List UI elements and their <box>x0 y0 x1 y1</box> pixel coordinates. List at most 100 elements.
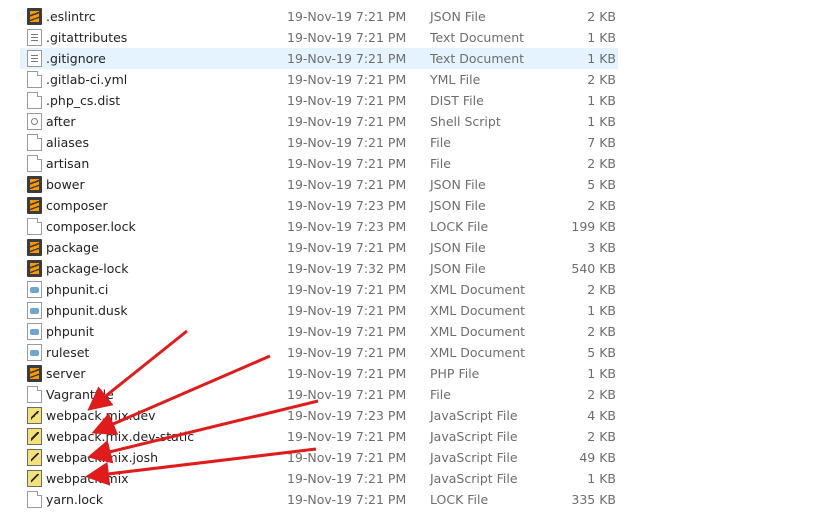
file-type: XML Document <box>430 282 526 297</box>
file-date-modified: 19-Nov-19 7:21 PM <box>287 450 407 465</box>
file-name: .eslintrc <box>46 9 96 24</box>
file-size: 2 KB <box>587 429 616 444</box>
file-name: after <box>46 114 76 129</box>
file-size: 199 KB <box>571 219 616 234</box>
file-row[interactable]: webpack.mix.dev 19-Nov-19 7:23 PM JavaScri… <box>20 405 618 426</box>
file-row[interactable]: .gitlab-ci.yml 19-Nov-19 7:21 PM YML File 2… <box>20 69 618 90</box>
file-date-modified: 19-Nov-19 7:21 PM <box>287 156 407 171</box>
generic-file-icon <box>27 71 42 88</box>
file-size: 540 KB <box>571 261 616 276</box>
generic-file-icon <box>27 491 42 508</box>
file-date-modified: 19-Nov-19 7:23 PM <box>287 219 407 234</box>
file-type: XML Document <box>430 303 526 318</box>
xml-document-icon <box>27 281 42 298</box>
generic-file-icon <box>27 218 42 235</box>
text-document-icon <box>27 50 42 67</box>
file-row[interactable]: artisan 19-Nov-19 7:21 PM File 2 KB <box>20 153 618 174</box>
file-row[interactable]: server 19-Nov-19 7:21 PM PHP File 1 KB <box>20 363 618 384</box>
file-row[interactable]: webpack.mix.josh 19-Nov-19 7:21 PM JavaScr… <box>20 447 618 468</box>
file-name: yarn.lock <box>46 492 104 507</box>
file-date-modified: 19-Nov-19 7:21 PM <box>287 429 407 444</box>
file-name: webpack.mix <box>46 471 129 486</box>
file-row[interactable]: .eslintrc 19-Nov-19 7:21 PM JSON File 2 KB <box>20 6 618 27</box>
generic-file-icon <box>27 155 42 172</box>
file-date-modified: 19-Nov-19 7:21 PM <box>287 240 407 255</box>
file-name: aliases <box>46 135 89 150</box>
file-size: 1 KB <box>587 471 616 486</box>
file-type: Text Document <box>430 30 525 45</box>
file-name: .php_cs.dist <box>46 93 121 108</box>
file-row[interactable]: package-lock 19-Nov-19 7:32 PM JSON File 54… <box>20 258 618 279</box>
file-row[interactable]: .gitignore 19-Nov-19 7:21 PM Text Document… <box>20 48 618 69</box>
file-type: PHP File <box>430 366 480 381</box>
file-row[interactable]: phpunit.ci 19-Nov-19 7:21 PM XML Document 2… <box>20 279 618 300</box>
file-type: JavaScript File <box>430 408 518 423</box>
file-date-modified: 19-Nov-19 7:21 PM <box>287 9 407 24</box>
file-size: 1 KB <box>587 366 616 381</box>
sublime-file-icon <box>27 176 42 193</box>
file-row[interactable]: bower 19-Nov-19 7:21 PM JSON File 5 KB <box>20 174 618 195</box>
file-row[interactable]: composer.lock 19-Nov-19 7:23 PM LOCK File 1… <box>20 216 618 237</box>
file-type: YML File <box>430 72 481 87</box>
file-type: File <box>430 135 451 150</box>
file-row[interactable]: Vagrantfile 19-Nov-19 7:21 PM File 2 KB <box>20 384 618 405</box>
file-name: ruleset <box>46 345 90 360</box>
xml-document-icon <box>27 302 42 319</box>
file-type: XML Document <box>430 324 526 339</box>
file-size: 1 KB <box>587 30 616 45</box>
xml-document-icon <box>27 323 42 340</box>
file-row[interactable]: yarn.lock 19-Nov-19 7:21 PM LOCK File 335 K… <box>20 489 618 510</box>
file-type: File <box>430 156 451 171</box>
shell-script-icon <box>27 113 42 130</box>
file-type: Shell Script <box>430 114 501 129</box>
file-type: JSON File <box>430 198 486 213</box>
file-name: webpack.mix.josh <box>46 450 159 465</box>
javascript-file-icon <box>27 428 42 445</box>
file-size: 2 KB <box>587 198 616 213</box>
file-type: LOCK File <box>430 492 489 507</box>
file-date-modified: 19-Nov-19 7:21 PM <box>287 30 407 45</box>
sublime-file-icon <box>27 239 42 256</box>
file-date-modified: 19-Nov-19 7:21 PM <box>287 93 407 108</box>
file-row[interactable]: package 19-Nov-19 7:21 PM JSON File 3 KB <box>20 237 618 258</box>
file-name: composer.lock <box>46 219 136 234</box>
file-row[interactable]: .php_cs.dist 19-Nov-19 7:21 PM DIST File 1 … <box>20 90 618 111</box>
file-date-modified: 19-Nov-19 7:21 PM <box>287 366 407 381</box>
file-type: Text Document <box>430 51 525 66</box>
file-name: bower <box>46 177 85 192</box>
file-name: .gitlab-ci.yml <box>46 72 128 87</box>
file-name: .gitattributes <box>46 30 128 45</box>
file-name: composer <box>46 198 108 213</box>
file-row[interactable]: composer 19-Nov-19 7:23 PM JSON File 2 KB <box>20 195 618 216</box>
file-type: LOCK File <box>430 219 489 234</box>
file-type: XML Document <box>430 345 526 360</box>
file-row[interactable]: webpack.mix.dev-static 19-Nov-19 7:21 PM J… <box>20 426 618 447</box>
file-date-modified: 19-Nov-19 7:21 PM <box>287 51 407 66</box>
file-type: JavaScript File <box>430 471 518 486</box>
file-size: 5 KB <box>587 345 616 360</box>
file-size: 2 KB <box>587 387 616 402</box>
file-size: 2 KB <box>587 72 616 87</box>
file-row[interactable]: webpack.mix 19-Nov-19 7:21 PM JavaScript F… <box>20 468 618 489</box>
file-name: package <box>46 240 99 255</box>
xml-document-icon <box>27 344 42 361</box>
javascript-file-icon <box>27 470 42 487</box>
file-row[interactable]: aliases 19-Nov-19 7:21 PM File 7 KB <box>20 132 618 153</box>
file-row[interactable]: ruleset 19-Nov-19 7:21 PM XML Document 5 KB <box>20 342 618 363</box>
file-size: 2 KB <box>587 282 616 297</box>
file-row[interactable]: phpunit.dusk 19-Nov-19 7:21 PM XML Documen… <box>20 300 618 321</box>
file-row[interactable]: after 19-Nov-19 7:21 PM Shell Script 1 KB <box>20 111 618 132</box>
file-date-modified: 19-Nov-19 7:21 PM <box>287 387 407 402</box>
file-date-modified: 19-Nov-19 7:21 PM <box>287 303 407 318</box>
file-type: File <box>430 387 451 402</box>
file-row[interactable]: .gitattributes 19-Nov-19 7:21 PM Text Docu… <box>20 27 618 48</box>
file-type: JSON File <box>430 9 486 24</box>
file-row[interactable]: phpunit 19-Nov-19 7:21 PM XML Document 2 KB <box>20 321 618 342</box>
file-type: JavaScript File <box>430 429 518 444</box>
file-type: JSON File <box>430 240 486 255</box>
file-date-modified: 19-Nov-19 7:21 PM <box>287 72 407 87</box>
file-size: 2 KB <box>587 156 616 171</box>
text-document-icon <box>27 29 42 46</box>
file-date-modified: 19-Nov-19 7:21 PM <box>287 345 407 360</box>
file-name: phpunit.ci <box>46 282 109 297</box>
